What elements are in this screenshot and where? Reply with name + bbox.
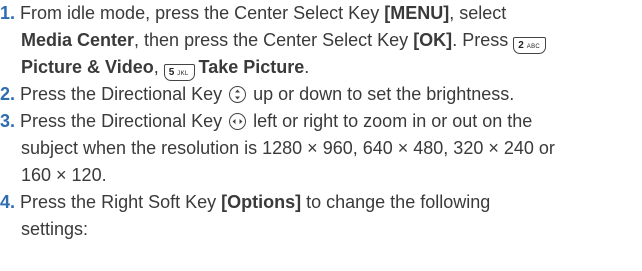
text: From idle mode, press the Center Select … xyxy=(20,3,385,23)
ok-key-label: [OK] xyxy=(413,30,453,50)
text: to change the following xyxy=(301,192,491,212)
step-number: 2. xyxy=(0,84,16,104)
step-1-line-1: 1. From idle mode, press the Center Sele… xyxy=(0,0,506,26)
menu-key-label: [MENU] xyxy=(384,3,450,23)
media-center-label: Media Center xyxy=(21,30,135,50)
step-2-line-1: 2. Press the Directional Key up or down … xyxy=(0,81,514,107)
step-4-line-1: 4. Press the Right Soft Key [Options] to… xyxy=(0,189,490,215)
step-1-line-2: Media Center, then press the Center Sele… xyxy=(21,27,550,54)
picture-video-label: Picture & Video xyxy=(21,57,154,77)
directional-up-down-icon xyxy=(229,86,247,103)
step-1-line-3: Picture & Video, 5 JKL Take Picture. xyxy=(21,54,309,81)
step-3-line-3: 160 × 120. xyxy=(21,165,107,185)
text: Press the Directional Key xyxy=(20,84,228,104)
directional-left-right-icon xyxy=(229,113,247,130)
text: , xyxy=(153,57,164,77)
text: up or down to set the brightness. xyxy=(248,84,515,104)
key-5-jkl-icon: 5 JKL xyxy=(163,64,195,81)
text: , select xyxy=(449,3,507,23)
text: Press the Right Soft Key xyxy=(20,192,222,212)
step-number: 1. xyxy=(0,3,16,23)
text: Press the Directional Key xyxy=(20,111,228,131)
step-3-line-1: 3. Press the Directional Key left or rig… xyxy=(0,108,532,134)
options-key-label: [Options] xyxy=(221,192,302,212)
step-number: 4. xyxy=(0,192,16,212)
take-picture-label: Take Picture xyxy=(198,57,305,77)
instruction-list: 1. From idle mode, press the Center Sele… xyxy=(0,0,642,271)
text: left or right to zoom in or out on the xyxy=(248,111,533,131)
text: , then press the Center Select Key xyxy=(134,30,414,50)
key-2-abc-icon: 2 ABC xyxy=(513,37,547,54)
step-number: 3. xyxy=(0,111,16,131)
step-4-line-2: settings: xyxy=(21,219,89,239)
text: . xyxy=(304,57,310,77)
step-3-line-2: subject when the resolution is 1280 × 96… xyxy=(21,138,555,158)
text: . Press xyxy=(452,30,514,50)
